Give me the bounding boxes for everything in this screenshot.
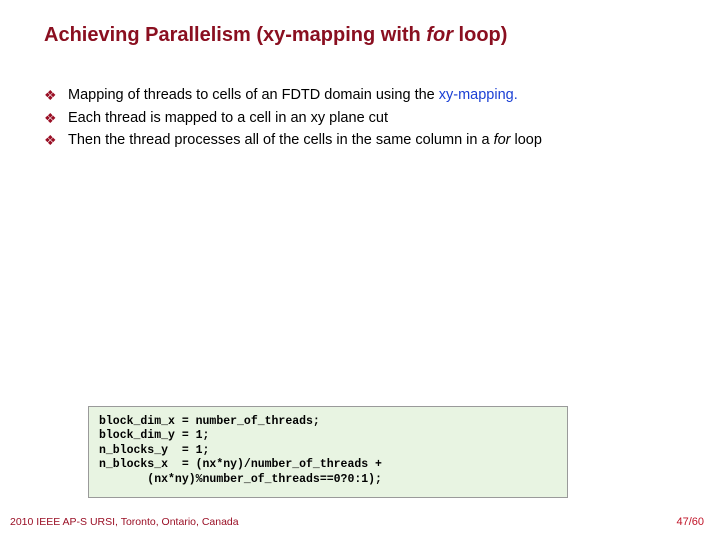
code-line: block_dim_y = 1; <box>99 429 209 442</box>
page-number: 47/60 <box>676 516 704 528</box>
diamond-icon: ❖ <box>44 111 60 127</box>
bullet-pre: Then the thread processes all of the cel… <box>68 132 494 148</box>
bullet-tail: loop <box>510 132 541 148</box>
bullet-link-dot: . <box>514 87 518 103</box>
list-item: ❖ Mapping of threads to cells of an FDTD… <box>44 86 680 106</box>
title-italic: for <box>426 24 453 46</box>
diamond-icon: ❖ <box>44 88 60 104</box>
code-block: block_dim_x = number_of_threads; block_d… <box>88 406 568 498</box>
bullet-link: xy-mapping <box>439 87 514 103</box>
slide: Achieving Parallelism (xy-mapping with f… <box>0 0 720 540</box>
code-line: (nx*ny)%number_of_threads==0?0:1); <box>99 473 382 486</box>
bullet-text: Mapping of threads to cells of an FDTD d… <box>68 86 518 106</box>
code-line: n_blocks_x = (nx*ny)/number_of_threads + <box>99 458 382 471</box>
list-item: ❖ Then the thread processes all of the c… <box>44 131 680 151</box>
bullet-list: ❖ Mapping of threads to cells of an FDTD… <box>44 86 680 154</box>
diamond-icon: ❖ <box>44 133 60 149</box>
bullet-pre: Mapping of threads to cells of an FDTD d… <box>68 87 439 103</box>
bullet-italic: for <box>494 132 511 148</box>
slide-title: Achieving Parallelism (xy-mapping with f… <box>44 24 507 47</box>
bullet-text: Then the thread processes all of the cel… <box>68 131 542 151</box>
bullet-text: Each thread is mapped to a cell in an xy… <box>68 109 388 129</box>
title-post: loop) <box>453 24 507 46</box>
bullet-pre: Each thread is mapped to a cell in an xy… <box>68 110 388 126</box>
code-line: block_dim_x = number_of_threads; <box>99 415 320 428</box>
list-item: ❖ Each thread is mapped to a cell in an … <box>44 109 680 129</box>
code-line: n_blocks_y = 1; <box>99 444 209 457</box>
footer-left: 2010 IEEE AP-S URSI, Toronto, Ontario, C… <box>10 516 239 528</box>
title-pre: Achieving Parallelism (xy-mapping with <box>44 24 426 46</box>
